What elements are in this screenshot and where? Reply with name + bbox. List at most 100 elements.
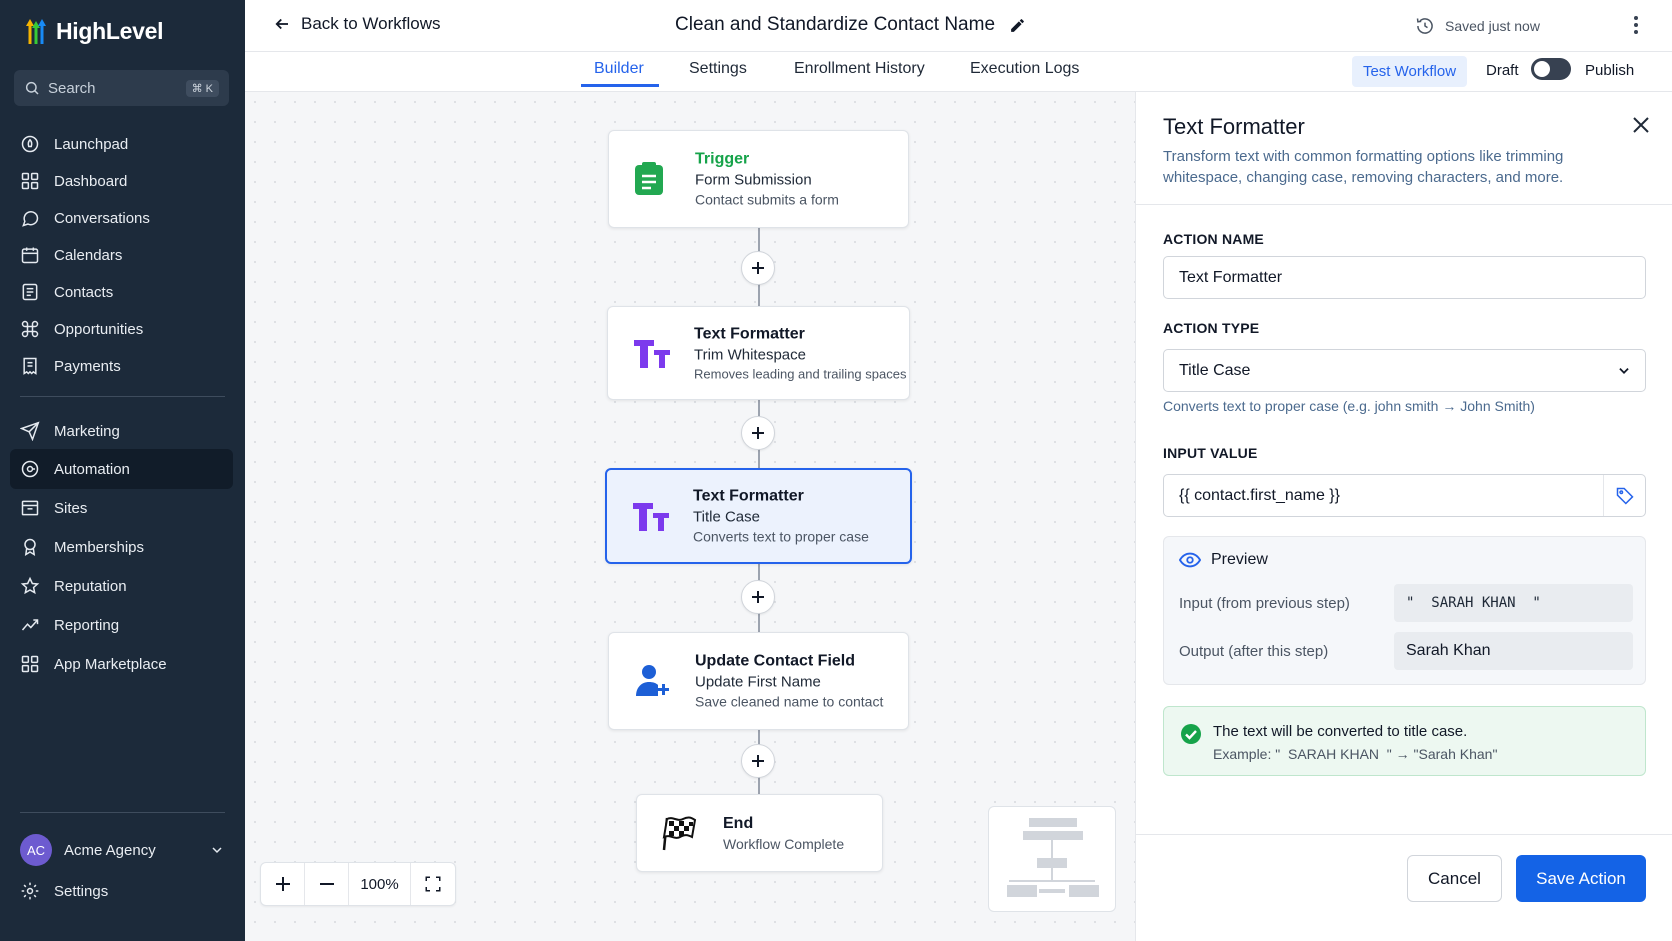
workflow-node-title-case[interactable]: Text Formatter Title Case Converts text … [605, 468, 912, 564]
add-step-button[interactable] [741, 580, 775, 614]
test-workflow-button[interactable]: Test Workflow [1352, 56, 1467, 87]
add-step-button[interactable] [741, 416, 775, 450]
minimap-connector [1009, 880, 1095, 882]
alert-message: The text will be converted to title case… [1213, 723, 1468, 740]
history-icon [1416, 18, 1433, 34]
text-format-icon [634, 340, 670, 368]
plus-icon [752, 591, 764, 603]
action-type-select[interactable]: Title Case [1163, 349, 1646, 392]
contacts-icon [22, 283, 38, 301]
action-type-label: ACTION TYPE [1163, 320, 1260, 336]
sidebar-item-conversations[interactable]: Conversations [10, 198, 233, 238]
minimap[interactable] [988, 806, 1116, 912]
minimap-connector [1051, 868, 1053, 880]
sidebar-item-dashboard[interactable]: Dashboard [10, 161, 233, 201]
sidebar-item-label: Dashboard [54, 172, 128, 190]
minimap-node [1029, 818, 1077, 827]
sidebar: HighLevel Search ⌘ K Launchpad Dashboard… [0, 0, 245, 941]
sidebar-item-launchpad[interactable]: Launchpad [10, 124, 233, 164]
input-value-field[interactable]: {{ contact.first_name }} [1163, 474, 1646, 517]
node-label: Text Formatter [694, 325, 805, 343]
sidebar-item-payments[interactable]: Payments [10, 346, 233, 386]
publish-label: Publish [1585, 62, 1635, 79]
check-circle-icon [1181, 724, 1201, 744]
panel-description: Transform text with common formatting op… [1163, 148, 1564, 186]
zoom-out-button[interactable] [305, 863, 349, 905]
sidebar-item-opportunities[interactable]: Opportunities [10, 309, 233, 349]
workflow-node-trigger[interactable]: Trigger Form Submission Contact submits … [608, 130, 909, 228]
preview-input-value: " SARAH KHAN " [1394, 584, 1633, 622]
more-options-button[interactable] [1633, 14, 1639, 36]
sidebar-item-label: Reporting [54, 616, 120, 634]
node-text: Update Contact Field Update First Name S… [695, 651, 883, 712]
sidebar-item-label: App Marketplace [54, 655, 167, 673]
sidebar-item-label: Calendars [54, 246, 123, 264]
sidebar-item-contacts[interactable]: Contacts [10, 272, 233, 312]
sidebar-item-reporting[interactable]: Reporting [10, 605, 233, 645]
sidebar-item-sites[interactable]: Sites [10, 488, 233, 528]
node-label: Update Contact Field [695, 652, 856, 670]
search-input[interactable]: Search ⌘ K [14, 70, 229, 106]
node-label: End [723, 814, 754, 832]
account-switcher[interactable]: AC Acme Agency [20, 832, 225, 868]
pencil-edit-icon[interactable] [1009, 17, 1026, 34]
cancel-button[interactable]: Cancel [1407, 855, 1502, 902]
tab-execution-logs[interactable]: Execution Logs [970, 60, 1079, 78]
preview-input-label: Input (from previous step) [1179, 595, 1350, 612]
node-description: Contact submits a form [695, 191, 839, 208]
tab-builder[interactable]: Builder [594, 60, 644, 78]
insert-merge-field-button[interactable] [1603, 475, 1645, 516]
highlevel-logo-icon [26, 19, 46, 44]
minimap-connector [1039, 889, 1065, 893]
tab-settings[interactable]: Settings [689, 60, 747, 78]
preview-header: Preview [1179, 551, 1268, 569]
node-label: Trigger [695, 150, 750, 168]
preview-output-label: Output (after this step) [1179, 643, 1329, 660]
sidebar-item-label: Reputation [54, 577, 127, 595]
workflow-node-end[interactable]: End Workflow Complete [636, 794, 883, 872]
sidebar-item-automation[interactable]: Automation [10, 449, 233, 489]
draft-label: Draft [1486, 62, 1519, 79]
tab-enrollment-history[interactable]: Enrollment History [794, 60, 925, 78]
calendar-icon [21, 247, 39, 264]
sidebar-item-calendars[interactable]: Calendars [10, 235, 233, 275]
sidebar-item-memberships[interactable]: Memberships [10, 527, 233, 567]
sidebar-item-label: Launchpad [54, 135, 129, 153]
add-step-button[interactable] [741, 251, 775, 285]
node-title: Title Case [693, 508, 760, 526]
sidebar-item-label: Marketing [54, 422, 120, 440]
node-title: Form Submission [695, 171, 812, 189]
action-name-input[interactable]: Text Formatter [1163, 256, 1646, 299]
workflow-title-text: Clean and Standardize Contact Name [675, 14, 996, 35]
node-title: Workflow Complete [723, 835, 845, 852]
search-shortcut: ⌘ K [185, 79, 219, 97]
zoom-level[interactable]: 100% [349, 863, 411, 905]
node-text: End Workflow Complete [723, 813, 844, 853]
plus-icon [752, 262, 764, 274]
sidebar-item-settings[interactable]: Settings [10, 871, 233, 911]
chat-icon [22, 211, 39, 227]
workflow-node-trim-whitespace[interactable]: Text Formatter Trim Whitespace Removes l… [607, 306, 910, 400]
sidebar-item-app-marketplace[interactable]: App Marketplace [10, 644, 233, 684]
fit-view-button[interactable] [411, 863, 455, 905]
app-logo[interactable]: HighLevel [22, 16, 164, 46]
avatar: AC [20, 834, 52, 866]
node-title: Update First Name [695, 673, 821, 691]
plus-icon [752, 427, 764, 439]
sidebar-item-marketing[interactable]: Marketing [10, 411, 233, 451]
publish-toggle[interactable] [1531, 58, 1571, 80]
add-step-button[interactable] [741, 744, 775, 778]
save-action-button[interactable]: Save Action [1516, 855, 1646, 902]
back-to-workflows-link[interactable]: Back to Workflows [273, 14, 441, 34]
workflow-node-update-contact[interactable]: Update Contact Field Update First Name S… [608, 632, 909, 730]
close-panel-button[interactable] [1632, 116, 1650, 134]
input-value-text: {{ contact.first_name }} [1179, 486, 1340, 504]
zoom-in-button[interactable] [261, 863, 305, 905]
preview-output-value: Sarah Khan [1394, 632, 1633, 670]
node-label: Text Formatter [693, 487, 804, 505]
fullscreen-icon [425, 876, 441, 892]
star-icon [20, 576, 40, 595]
sidebar-item-label: Opportunities [54, 320, 144, 338]
sidebar-item-reputation[interactable]: Reputation [10, 566, 233, 606]
launchpad-icon [21, 135, 39, 153]
